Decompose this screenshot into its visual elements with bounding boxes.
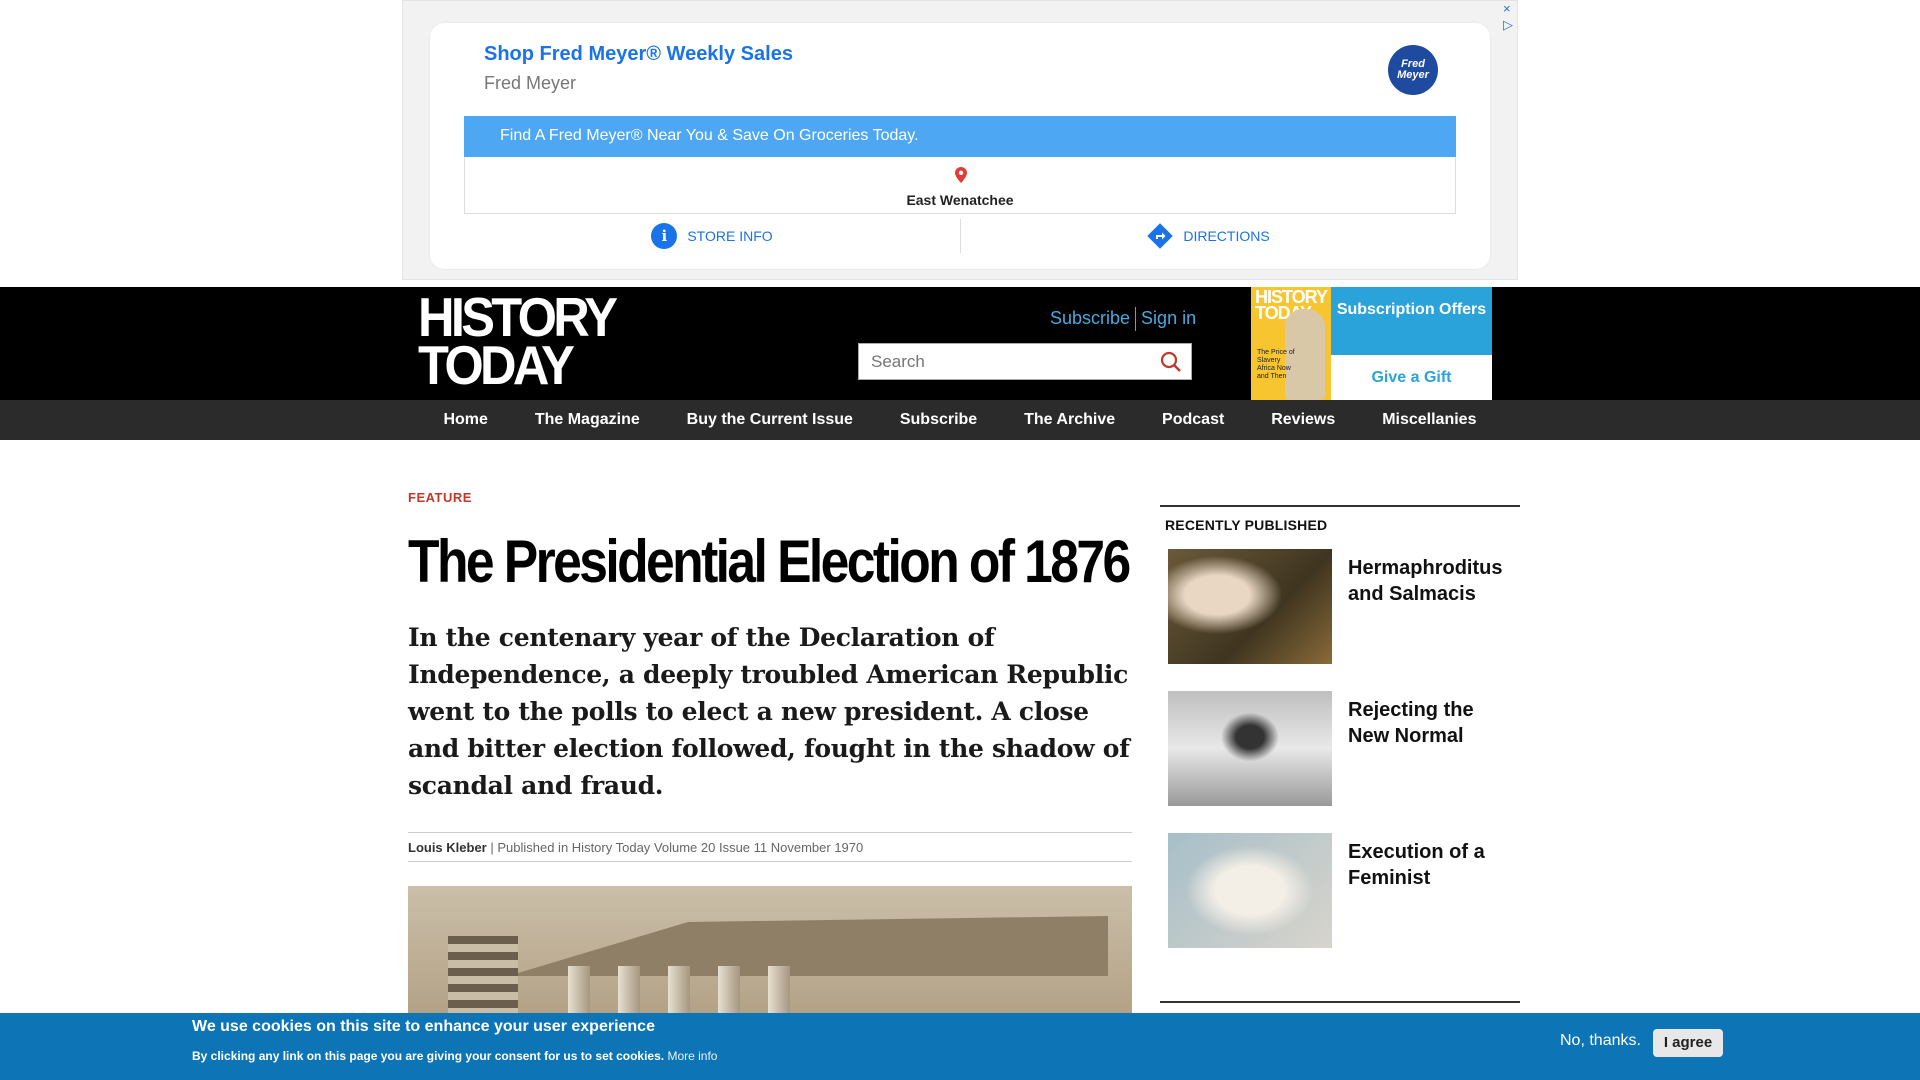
subscription-offers-button[interactable]: Subscription Offers (1331, 287, 1492, 355)
sidebar: RECENTLY PUBLISHED Hermaphroditus and Sa… (1160, 505, 1520, 1029)
recently-published-heading: RECENTLY PUBLISHED (1160, 505, 1520, 533)
article-link[interactable]: Hermaphroditus and Salmacis (1348, 555, 1520, 607)
fred-meyer-logo[interactable]: Fred Meyer (1388, 45, 1438, 95)
nav-item-subscribe[interactable]: Subscribe (892, 411, 985, 429)
search-input[interactable] (859, 344, 1139, 379)
ad-title[interactable]: Shop Fred Meyer® Weekly Sales (484, 43, 793, 66)
ad-location[interactable]: East Wenatchee (464, 157, 1456, 214)
list-item[interactable]: Rejecting the New Normal (1160, 691, 1520, 833)
decline-cookies-button[interactable]: No, thanks. (1560, 1032, 1641, 1050)
magazine-cover[interactable]: HISTORY TODAY The Price of Slavery Afric… (1251, 287, 1331, 400)
nav-item-reviews[interactable]: Reviews (1263, 411, 1343, 429)
more-info-link[interactable]: More info (667, 1049, 717, 1063)
nav-item-home[interactable]: Home (435, 411, 495, 429)
store-info-label: STORE INFO (687, 228, 773, 244)
ad-controls[interactable]: × ▷ (1503, 1, 1513, 33)
article-link[interactable]: Rejecting the New Normal (1348, 697, 1520, 749)
ad-location-name: East Wenatchee (906, 192, 1014, 208)
cookie-text: By clicking any link on this page you ar… (192, 1049, 717, 1063)
cookie-consent-text: By clicking any link on this page you ar… (192, 1049, 665, 1063)
recently-published-list: Hermaphroditus and Salmacis Rejecting th… (1160, 549, 1520, 975)
article-publication-info: | Published in History Today Volume 20 I… (486, 840, 864, 855)
logo-line-2: TODAY (418, 334, 575, 396)
article-kicker[interactable]: FEATURE (408, 490, 1132, 505)
directions-button[interactable]: DIRECTIONS (960, 219, 1456, 253)
ad-close-icon[interactable]: × (1503, 1, 1513, 17)
directions-label: DIRECTIONS (1183, 228, 1270, 244)
store-info-button[interactable]: i STORE INFO (464, 219, 960, 253)
ad-advertiser: Fred Meyer (484, 73, 577, 93)
article: FEATURE The Presidential Election of 187… (408, 490, 1132, 1056)
article-link[interactable]: Execution of a Feminist (1348, 839, 1520, 891)
cookie-title: We use cookies on this site to enhance y… (192, 1018, 655, 1035)
article-thumbnail[interactable] (1168, 833, 1332, 948)
advertisement[interactable]: × ▷ Shop Fred Meyer® Weekly Sales Fred M… (402, 0, 1518, 280)
account-links: Subscribe Sign in (1050, 307, 1196, 331)
article-thumbnail[interactable] (1168, 691, 1332, 806)
article-standfirst: In the centenary year of the Declaration… (408, 623, 1130, 800)
nav-items: Home The Magazine Buy the Current Issue … (420, 400, 1500, 440)
link-divider (1135, 307, 1137, 331)
accept-cookies-button[interactable]: I agree (1653, 1029, 1723, 1057)
map-pin-icon (955, 167, 967, 183)
nav-item-buy-current-issue[interactable]: Buy the Current Issue (679, 411, 861, 429)
site-header: HISTORY TODAY Subscribe Sign in HISTORY T… (0, 287, 1920, 400)
nav-item-the-archive[interactable]: The Archive (1016, 411, 1123, 429)
info-icon: i (651, 223, 678, 249)
image-building (508, 916, 1108, 976)
history-today-logo[interactable]: HISTORY TODAY (418, 290, 618, 396)
list-item[interactable]: Execution of a Feminist (1160, 833, 1520, 975)
ad-card[interactable]: Shop Fred Meyer® Weekly Sales Fred Meyer… (430, 23, 1490, 269)
search-icon[interactable] (1159, 350, 1183, 374)
list-item[interactable]: Hermaphroditus and Salmacis (1160, 549, 1520, 691)
ad-banner[interactable]: Find A Fred Meyer® Near You & Save On Gr… (464, 116, 1456, 157)
give-gift-button[interactable]: Give a Gift (1331, 355, 1492, 400)
article-byline: Louis Kleber | Published in History Toda… (408, 832, 1132, 862)
nav-item-podcast[interactable]: Podcast (1154, 411, 1232, 429)
search-box (858, 343, 1192, 380)
directions-icon (1147, 223, 1174, 249)
article-thumbnail[interactable] (1168, 549, 1332, 664)
article-headline: The Presidential Election of 1876 (408, 528, 1131, 595)
nav-item-miscellanies[interactable]: Miscellanies (1374, 411, 1484, 429)
cover-text: The Price of Slavery Africa Now and Then (1257, 349, 1295, 380)
subscribe-link[interactable]: Subscribe (1050, 308, 1130, 328)
nav-item-the-magazine[interactable]: The Magazine (527, 411, 648, 429)
ad-actions: i STORE INFO DIRECTIONS (464, 219, 1456, 253)
adchoices-icon[interactable]: ▷ (1503, 17, 1513, 33)
article-author[interactable]: Louis Kleber (408, 840, 487, 855)
main-nav: Home The Magazine Buy the Current Issue … (0, 400, 1920, 440)
cookie-banner: We use cookies on this site to enhance y… (0, 1013, 1920, 1080)
sign-in-link[interactable]: Sign in (1141, 308, 1196, 328)
